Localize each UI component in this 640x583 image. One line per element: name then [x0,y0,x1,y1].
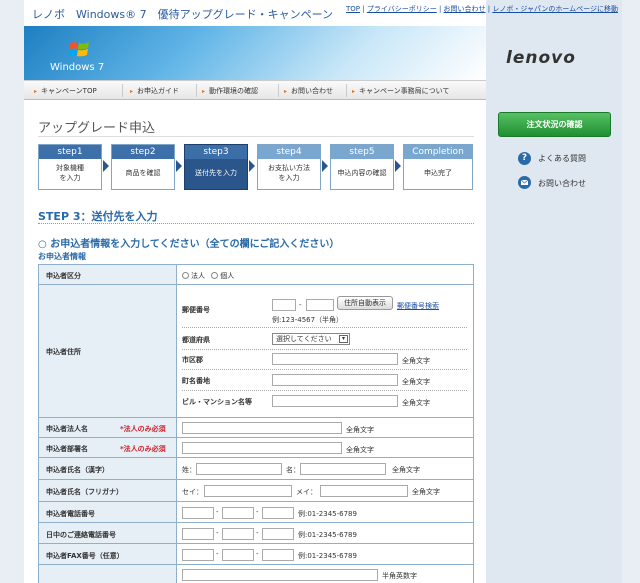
main-nav: キャンペーンTOP お申込ガイド 動作環境の確認 お問い合わせ キャンペーン事務… [24,80,486,100]
lenovo-logo: lenovo [506,48,576,68]
header-link-top[interactable]: TOP [346,5,360,13]
applicant-form: 申込者区分 法人 個人 申込者住所 郵便番号 - 住所自動表示 郵便番号検索 例… [38,264,474,583]
day-phone-area-input[interactable] [182,528,214,540]
header-link-privacy[interactable]: プライバシーポリシー [367,5,437,13]
row-name-kana: 申込者氏名（フリガナ） セイ： メイ： 全角文字 [38,480,474,502]
step-4: step4 お支払い方法 を入力 [257,144,321,190]
site-title: レノボ Windows® 7 優待アップグレード・キャンペーン [32,8,334,21]
postal-search-link[interactable]: 郵便番号検索 [397,301,439,311]
nav-guide[interactable]: お申込ガイド [130,86,179,96]
nav-campaign-top[interactable]: キャンペーンTOP [34,86,97,96]
step-completion: Completion 申込完了 [403,144,473,190]
instruction-text: ○ お申込者情報を入力してください（全ての欄にご記入ください） [38,239,340,250]
step-5: step5 申込内容の確認 [330,144,394,190]
prefecture-select[interactable]: 選択してください ▾ [272,333,350,345]
radio-corporate[interactable] [182,272,189,279]
header-link-lenovo-home[interactable]: レノボ・ジャパンのホームページに移動 [492,5,618,13]
fax-area-input[interactable] [182,549,214,561]
row-fax: 申込者FAX番号（任意） - - 例:01-2345-6789 [38,544,474,565]
first-name-kana-input[interactable] [320,485,408,497]
building-input[interactable] [272,395,398,407]
email-input[interactable] [182,569,378,581]
nav-contact[interactable]: お問い合わせ [284,86,333,96]
order-status-button[interactable]: 注文状況の確認 [498,112,611,137]
street-input[interactable] [272,374,398,386]
step-2: step2 商品を確認 [111,144,175,190]
contact-link[interactable]: お問い合わせ [538,178,586,189]
row-corp-name: 申込者法人名 *法人のみ必須 全角文字 [38,418,474,438]
step-1: step1 対象機種 を入力 [38,144,102,190]
page-title: アップグレード申込 [38,121,156,136]
auto-address-button[interactable]: 住所自動表示 [337,296,393,310]
phone-area-input[interactable] [182,507,214,519]
last-name-kana-input[interactable] [204,485,292,497]
nav-requirements[interactable]: 動作環境の確認 [202,86,258,96]
row-dept-name: 申込者部署名 *法人のみ必須 全角文字 [38,438,474,458]
day-phone-middle-input[interactable] [222,528,254,540]
row-phone: 申込者電話番号 - - 例:01-2345-6789 [38,502,474,523]
sidebar [486,0,622,583]
corp-name-input[interactable] [182,422,342,434]
row-email: 半角英数字 [38,565,474,583]
postal-code-first-input[interactable] [272,299,296,311]
chevron-down-icon: ▾ [339,335,348,343]
faq-link[interactable]: よくある質問 [538,153,586,164]
fax-middle-input[interactable] [222,549,254,561]
phone-last-input[interactable] [262,507,294,519]
mail-icon [518,176,531,189]
step-3: step3 送付先を入力 [184,144,248,190]
day-phone-last-input[interactable] [262,528,294,540]
row-applicant-type: 申込者区分 法人 個人 [38,265,474,285]
page: レノボ Windows® 7 優待アップグレード・キャンペーン TOP | プラ… [0,0,640,583]
header-link-contact[interactable]: お問い合わせ [444,5,486,13]
form-subheading: お申込者情報 [38,252,86,261]
row-name-kanji: 申込者氏名（漢字） 姓： 名： 全角文字 [38,458,474,480]
nav-office[interactable]: キャンペーン事務局について [352,86,449,96]
radio-individual[interactable] [211,272,219,279]
windows-logo-text: Windows 7 [50,62,105,73]
postal-code-second-input[interactable] [306,299,334,311]
city-input[interactable] [272,353,398,365]
last-name-input[interactable] [196,463,282,475]
first-name-input[interactable] [300,463,386,475]
dept-name-input[interactable] [182,442,342,454]
row-day-phone: 日中のご連絡電話番号 - - 例:01-2345-6789 [38,523,474,544]
fax-last-input[interactable] [262,549,294,561]
windows-flag-icon [68,42,89,57]
header-links: TOP | プライバシーポリシー | お問い合わせ | レノボ・ジャパンのホーム… [346,5,618,13]
section-title: STEP 3：送付先を入力 [38,210,158,223]
question-icon: ? [518,152,531,165]
phone-middle-input[interactable] [222,507,254,519]
row-address: 申込者住所 郵便番号 - 住所自動表示 郵便番号検索 例:123-4567（半角… [38,285,474,418]
